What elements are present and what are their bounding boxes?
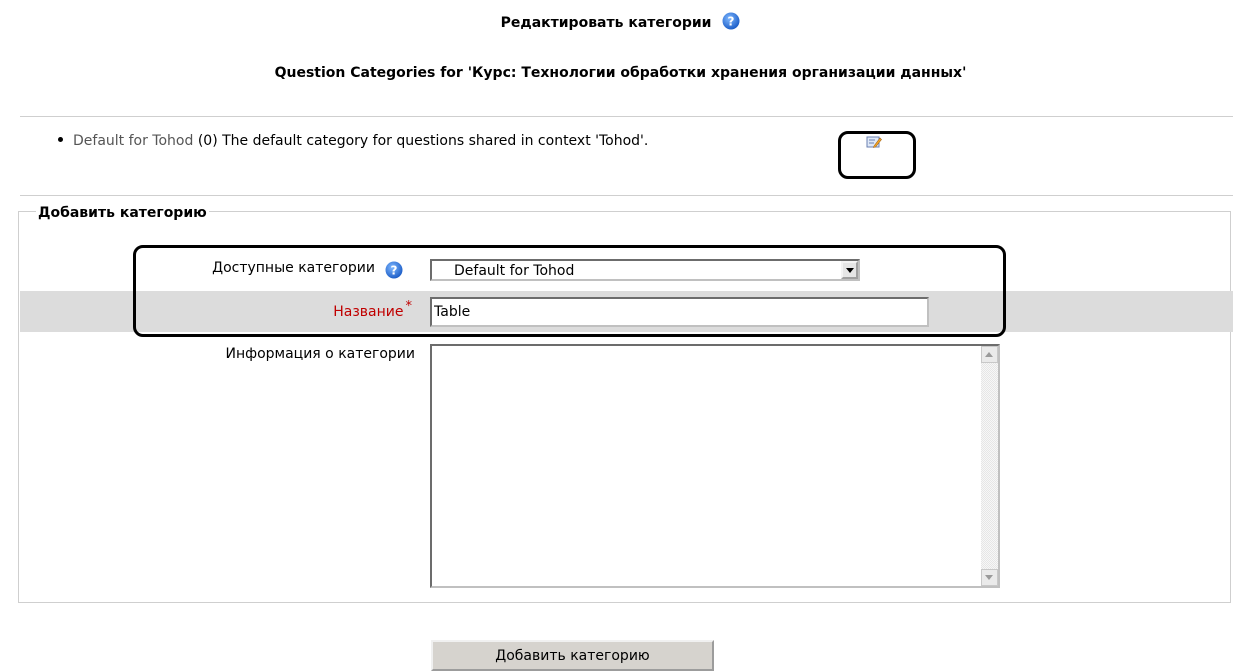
add-category-legend: Добавить категорию xyxy=(36,205,209,221)
scrollbar[interactable] xyxy=(981,346,998,586)
bullet xyxy=(58,137,63,142)
category-link[interactable]: Default for Tohod xyxy=(73,133,193,149)
category-info-textarea[interactable] xyxy=(430,344,1000,588)
category-list-item: Default for Tohod (0) The default catego… xyxy=(58,133,648,149)
category-description: The default category for questions share… xyxy=(222,133,649,149)
highlight-box-fields xyxy=(133,245,1006,337)
scroll-down-icon[interactable] xyxy=(981,569,998,586)
svg-text:?: ? xyxy=(728,15,735,29)
category-info-label: Информация о категории xyxy=(225,346,415,362)
add-category-button[interactable]: Добавить категорию xyxy=(431,640,714,671)
page-title: Редактировать категории xyxy=(500,15,712,31)
page-title-row: Редактировать категории ? xyxy=(0,12,1241,34)
scroll-up-icon[interactable] xyxy=(981,346,998,363)
help-icon[interactable]: ? xyxy=(722,12,740,34)
page-subtitle: Question Categories for 'Курс: Технологи… xyxy=(274,65,967,81)
category-list-box xyxy=(20,116,1233,196)
category-count: (0) xyxy=(197,133,218,149)
highlight-box-edit xyxy=(838,131,916,179)
